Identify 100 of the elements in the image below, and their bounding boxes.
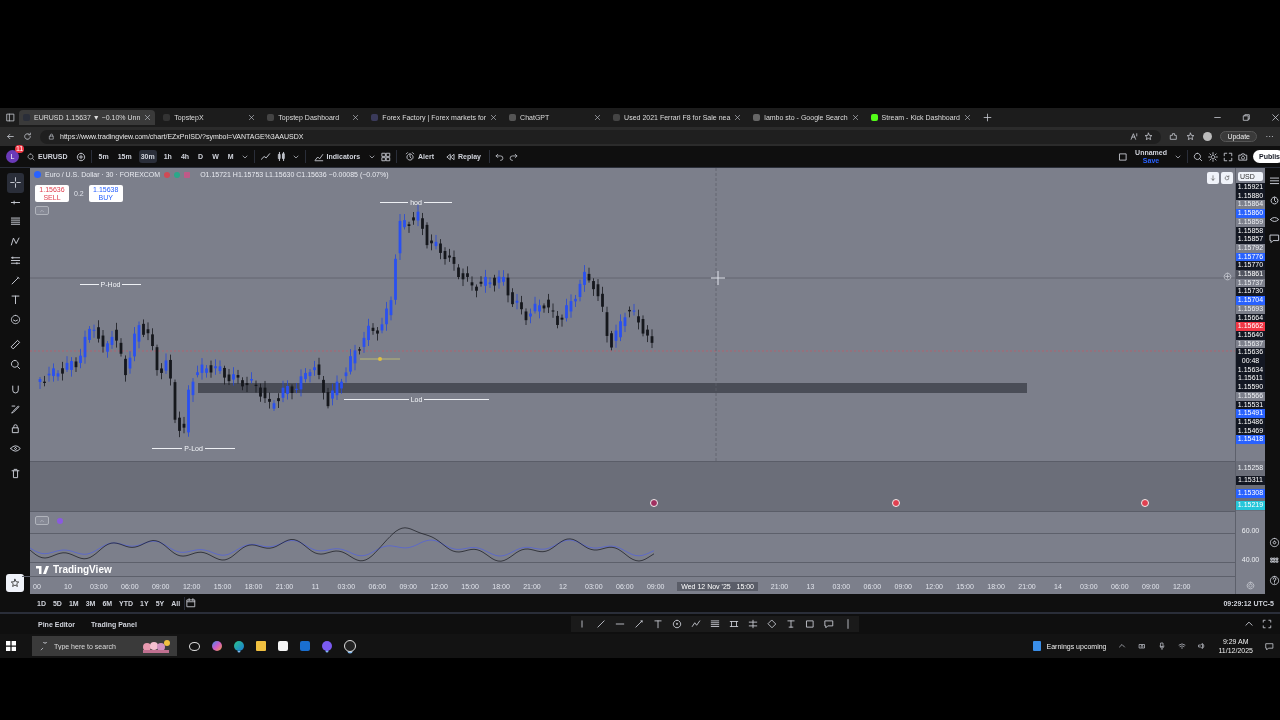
wifi-icon[interactable] <box>1178 642 1187 650</box>
close-icon[interactable] <box>734 114 742 121</box>
favorites-icon[interactable] <box>1186 132 1196 141</box>
speaker-icon[interactable] <box>1198 642 1207 650</box>
reset-button[interactable] <box>1221 172 1233 184</box>
star-icon[interactable] <box>1144 132 1154 141</box>
ray-icon[interactable] <box>633 619 644 629</box>
line-chart-icon[interactable] <box>259 151 271 162</box>
event-icon[interactable] <box>892 499 900 507</box>
pattern-icon[interactable] <box>9 235 21 247</box>
rotate-icon[interactable] <box>766 619 777 629</box>
close-icon[interactable] <box>963 114 971 121</box>
fullscreen-icon[interactable] <box>1223 151 1233 162</box>
range-icon[interactable] <box>747 619 758 629</box>
text-icon[interactable] <box>652 619 663 629</box>
magnet-icon[interactable] <box>9 384 21 396</box>
alarm-icon <box>405 151 416 162</box>
close-icon[interactable] <box>248 114 256 121</box>
search-icon <box>27 152 35 161</box>
close-icon[interactable] <box>1271 113 1280 122</box>
text-icon[interactable] <box>9 294 21 306</box>
app-icon[interactable] <box>344 640 356 652</box>
smiley-icon[interactable] <box>9 313 21 325</box>
profile-avatar[interactable] <box>1203 132 1213 141</box>
event-icon[interactable] <box>1141 499 1149 507</box>
close-icon[interactable] <box>490 114 498 121</box>
store-icon[interactable] <box>278 641 288 651</box>
range-icon[interactable] <box>728 619 739 629</box>
chevron-up-icon[interactable] <box>1244 619 1254 629</box>
candles-icon[interactable] <box>275 151 287 162</box>
status-dot-icon <box>164 171 171 178</box>
mail-icon[interactable] <box>300 641 310 651</box>
status-dot-icon <box>174 171 181 178</box>
brush-icon[interactable] <box>9 274 21 286</box>
star-icon <box>10 578 20 588</box>
favicon-icon <box>509 114 517 121</box>
zoom-icon[interactable] <box>9 358 21 370</box>
lines-icon[interactable] <box>9 216 21 228</box>
add-alert-icon[interactable] <box>1223 272 1232 281</box>
redo-icon[interactable] <box>508 152 518 161</box>
trend-line-icon[interactable] <box>595 619 606 629</box>
close-icon[interactable] <box>594 114 602 121</box>
indicator-icon <box>57 518 63 524</box>
lock-icon <box>48 133 55 140</box>
calendar-icon[interactable] <box>186 598 197 608</box>
search-icon <box>40 641 49 651</box>
chevron-icon <box>39 517 45 524</box>
close-icon[interactable] <box>851 114 859 121</box>
notification-icon[interactable] <box>1265 641 1274 651</box>
news-icon[interactable] <box>1032 641 1041 651</box>
flag-icon <box>184 171 191 178</box>
settings-icon[interactable] <box>1208 151 1218 162</box>
chevron-icon <box>39 207 45 214</box>
ruler-icon[interactable] <box>9 339 21 351</box>
lines-icon[interactable] <box>709 619 720 629</box>
favicon-icon <box>870 114 878 121</box>
read-aloud-icon[interactable] <box>1130 132 1140 141</box>
extension-icon[interactable] <box>1169 132 1179 141</box>
windows-icon[interactable] <box>6 641 16 651</box>
new-tab-icon[interactable] <box>982 113 992 122</box>
ideas-icon[interactable] <box>1269 214 1280 225</box>
undo-icon[interactable] <box>494 152 504 161</box>
favicon-icon <box>613 114 621 121</box>
reload-icon[interactable] <box>23 132 32 141</box>
chat-app-icon[interactable] <box>322 641 332 651</box>
close-icon[interactable] <box>144 114 152 121</box>
sidebar-icon[interactable] <box>6 113 15 122</box>
templates-icon[interactable] <box>381 151 392 162</box>
maximize-icon[interactable] <box>1262 619 1272 629</box>
back-icon[interactable] <box>6 132 15 141</box>
crosshair-cursor-icon <box>710 270 726 286</box>
browser-icon[interactable] <box>234 641 244 651</box>
tv-logo-icon <box>36 565 50 574</box>
crosshair-icon[interactable] <box>9 177 21 189</box>
close-icon[interactable] <box>352 114 360 121</box>
rectangle-icon[interactable] <box>804 619 815 629</box>
callout-icon[interactable] <box>823 619 834 629</box>
path-icon[interactable] <box>690 619 701 629</box>
favicon-icon <box>267 114 275 121</box>
trash-icon[interactable] <box>9 468 21 480</box>
rewind-icon <box>445 151 455 162</box>
tradingview-logo: TradingView <box>36 564 112 575</box>
checkbox-icon[interactable] <box>1118 151 1129 162</box>
text-anchor-icon[interactable] <box>785 619 796 629</box>
favorites-button[interactable] <box>6 574 24 592</box>
microphone-icon[interactable] <box>1158 642 1167 650</box>
watchlist-icon[interactable] <box>1269 176 1280 187</box>
add-symbol-icon[interactable] <box>75 151 86 162</box>
alarm-icon[interactable] <box>1269 195 1280 206</box>
pen-lock-icon[interactable] <box>9 403 21 415</box>
help-icon[interactable] <box>1269 575 1280 586</box>
chat-icon[interactable] <box>1269 233 1280 244</box>
copilot-icon[interactable] <box>212 641 222 651</box>
event-icon[interactable] <box>650 499 658 507</box>
lock-icon[interactable] <box>9 423 21 435</box>
restore-icon[interactable] <box>1242 113 1251 122</box>
down-arrow-icon <box>1210 175 1216 181</box>
eye-icon[interactable] <box>9 442 21 454</box>
quick-search-icon[interactable] <box>1193 151 1203 162</box>
levels-icon[interactable] <box>9 255 21 267</box>
